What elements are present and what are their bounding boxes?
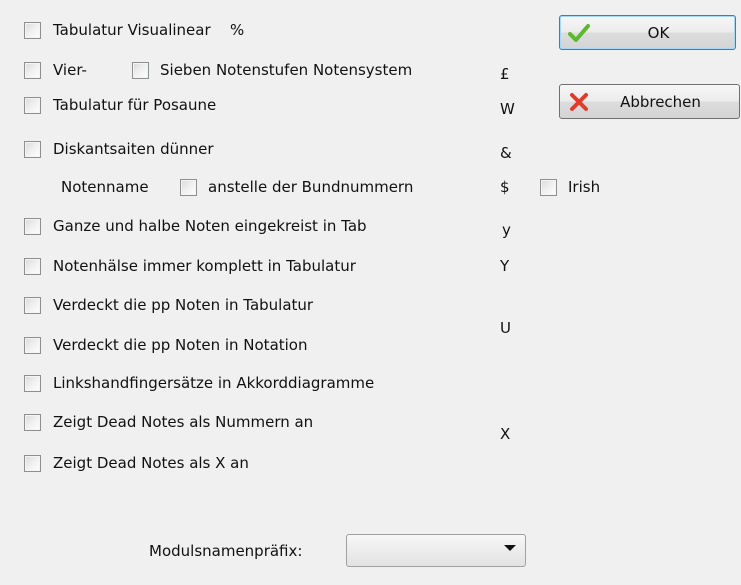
shortcut-tabulatur-posaune: W	[500, 100, 515, 118]
ok-button-label: OK	[647, 23, 670, 42]
label-notenname: Notenname	[61, 178, 149, 196]
shortcut-sieben-notenstufen: £	[500, 65, 510, 83]
chevron-down-icon	[504, 545, 516, 551]
label-dead-notes-nummern: Zeigt Dead Notes als Nummern an	[53, 413, 314, 431]
shortcut-diskantsaiten: &	[500, 144, 512, 162]
shortcut-verdeckt: U	[500, 319, 511, 337]
checkbox-tabulatur-posaune[interactable]	[24, 97, 41, 114]
shortcut-dead-notes: X	[500, 425, 511, 443]
checkbox-diskantsaiten[interactable]	[24, 141, 41, 158]
shortcut-ganze-halbe-noten: y	[502, 221, 511, 239]
checkbox-dead-notes-x[interactable]	[24, 455, 41, 472]
shortcut-anstelle-bundnummern: $	[500, 178, 510, 196]
label-irish: Irish	[568, 178, 601, 196]
checkbox-linkshandfingersaetze[interactable]	[24, 375, 41, 392]
label-dead-notes-x: Zeigt Dead Notes als X an	[53, 454, 249, 472]
ok-button[interactable]: OK	[559, 15, 736, 50]
cancel-button-label: Abbrechen	[620, 92, 701, 111]
module-prefix-label: Modulsnamenpräfix:	[149, 542, 303, 560]
label-sieben-notenstufen: Sieben Notenstufen Notensystem	[160, 61, 413, 79]
checkbox-sieben-notenstufen[interactable]	[132, 62, 149, 79]
label-linkshandfingersaetze: Linkshandfingersätze in Akkorddiagramme	[53, 374, 375, 392]
checkbox-verdeckt-tabulatur[interactable]	[24, 297, 41, 314]
checkbox-notenhaelse[interactable]	[24, 258, 41, 275]
checkbox-vier[interactable]	[24, 62, 41, 79]
red-x-icon	[568, 92, 590, 112]
label-vier: Vier-	[53, 61, 87, 79]
checkmark-icon	[568, 23, 590, 43]
label-verdeckt-tabulatur: Verdeckt die pp Noten in Tabulatur	[53, 296, 314, 314]
checkbox-tabulatur-visualinear[interactable]	[24, 22, 41, 39]
checkbox-irish[interactable]	[540, 179, 557, 196]
shortcut-notenhaelse: Y	[500, 257, 510, 275]
module-prefix-select[interactable]	[346, 534, 526, 567]
label-tabulatur-visualinear: Tabulatur Visualinear	[53, 21, 211, 39]
label-tabulatur-posaune: Tabulatur für Posaune	[53, 96, 217, 114]
checkbox-dead-notes-nummern[interactable]	[24, 414, 41, 431]
cancel-button[interactable]: Abbrechen	[559, 84, 740, 119]
label-diskantsaiten: Diskantsaiten dünner	[53, 140, 214, 158]
checkbox-anstelle-bundnummern[interactable]	[180, 179, 197, 196]
label-notenhaelse: Notenhälse immer komplett in Tabulatur	[53, 257, 356, 275]
label-anstelle-bundnummern: anstelle der Bundnummern	[208, 178, 414, 196]
checkbox-ganze-halbe-noten[interactable]	[24, 218, 41, 235]
label-verdeckt-notation: Verdeckt die pp Noten in Notation	[53, 336, 308, 354]
shortcut-tabulatur-visualinear: %	[230, 21, 245, 39]
checkbox-verdeckt-notation[interactable]	[24, 337, 41, 354]
label-ganze-halbe-noten: Ganze und halbe Noten eingekreist in Tab	[53, 217, 367, 235]
